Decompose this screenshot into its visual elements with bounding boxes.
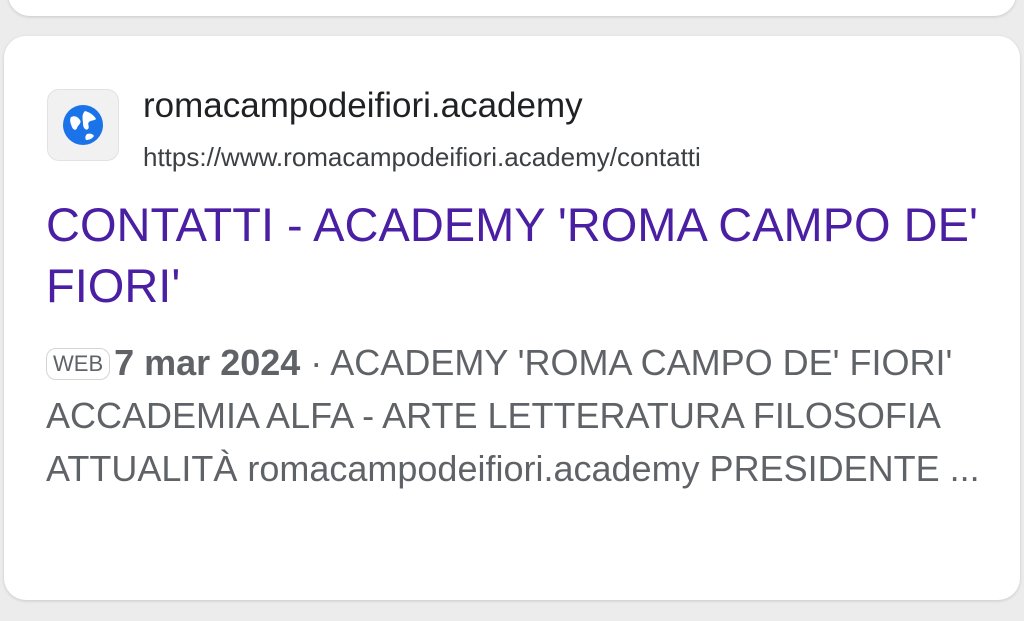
- result-snippet: WEB 7 mar 2024 · ACADEMY 'ROMA CAMPO DE' …: [46, 336, 986, 495]
- date-separator: ·: [300, 342, 331, 383]
- result-title-link[interactable]: CONTATTI - ACADEMY 'ROMA CAMPO DE' FIORI…: [46, 194, 986, 316]
- site-favicon[interactable]: [47, 89, 119, 161]
- result-date: 7 mar 2024: [114, 342, 301, 383]
- globe-icon: [63, 105, 103, 145]
- previous-result-card[interactable]: [8, 0, 1016, 16]
- search-results-page: romacampodeifiori.academy https://www.ro…: [0, 0, 1024, 621]
- search-result-card[interactable]: romacampodeifiori.academy https://www.ro…: [4, 36, 1020, 600]
- site-name[interactable]: romacampodeifiori.academy: [143, 86, 583, 126]
- site-url[interactable]: https://www.romacampodeifiori.academy/co…: [143, 142, 701, 173]
- web-badge: WEB: [46, 348, 111, 380]
